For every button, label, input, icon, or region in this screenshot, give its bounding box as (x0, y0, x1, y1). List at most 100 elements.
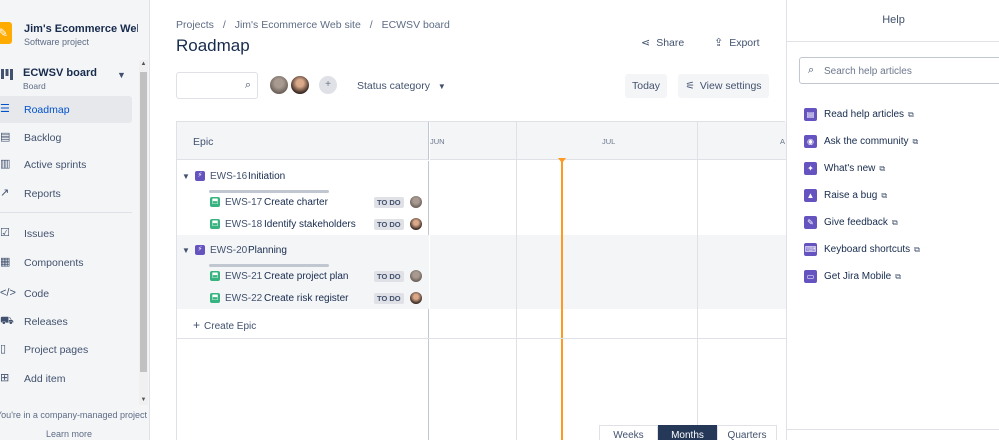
help-ask-community-link[interactable]: ◉ Ask the community ⧉ (804, 134, 994, 150)
sidebar-item-issues[interactable]: ☑ Issues (0, 220, 132, 247)
sidebar-item-add-item[interactable]: ⊞ Add item (0, 365, 132, 392)
help-whats-new-link[interactable]: ✦ What's new ⧉ (804, 161, 994, 177)
help-read-articles-link[interactable]: ▤ Read help articles ⧉ (804, 107, 994, 123)
view-settings-label: View settings (699, 80, 762, 92)
create-epic-button[interactable]: + Create Epic (193, 318, 256, 332)
sidebar-item-components[interactable]: ▦ Components (0, 249, 132, 276)
table-row[interactable]: ⬒ EWS-17 Create charter TO DO (177, 192, 429, 214)
board-sub: Board (23, 81, 46, 91)
breadcrumb: Projects / Jim's Ecommerce Web site / EC… (176, 19, 456, 31)
timeline-header: JUN JUL A (430, 122, 786, 160)
board-switcher[interactable]: ECWSV board Board ▼ (0, 62, 140, 96)
breadcrumb-project[interactable]: Jim's Ecommerce Web site (235, 19, 361, 31)
today-button[interactable]: Today (625, 74, 667, 98)
chevron-down-icon[interactable]: ▼ (182, 172, 190, 181)
grid-divider (177, 338, 786, 339)
sprints-icon: ▥ (0, 158, 11, 170)
sidebar-item-label: Add item (24, 373, 66, 385)
external-link-icon: ⧉ (914, 245, 920, 254)
share-button[interactable]: ⋖ Share (641, 36, 684, 54)
issue-summary: Identify stakeholders (264, 219, 356, 230)
status-category-filter[interactable]: Status category ▼ (357, 80, 446, 92)
help-item-label: Get Jira Mobile (824, 271, 892, 282)
sidebar-item-active-sprints[interactable]: ▥ Active sprints (0, 151, 132, 178)
issue-summary: Create charter (264, 197, 328, 208)
roadmap-icon: ☰ (0, 103, 10, 115)
avatar (410, 270, 422, 282)
help-search-input[interactable]: ⌕ Search help articles (799, 57, 999, 84)
learn-more-link[interactable]: Learn more (46, 429, 92, 439)
sidebar-item-backlog[interactable]: ▤ Backlog (0, 124, 132, 151)
sidebar-item-label: Components (24, 257, 84, 269)
add-people-icon[interactable]: + (317, 74, 339, 96)
issue-key[interactable]: EWS-21 (225, 271, 262, 282)
status-badge: TO DO (374, 271, 404, 282)
today-marker-line (561, 158, 563, 440)
epic-list: ▼ ⚡ EWS-16 Initiation ⬒ EWS-17 Create ch… (177, 161, 429, 440)
issue-key[interactable]: EWS-20 (210, 245, 247, 256)
sidebar-item-label: Roadmap (24, 104, 70, 116)
reports-icon: ↗ (0, 187, 10, 199)
issue-key[interactable]: EWS-17 (225, 197, 262, 208)
share-icon: ⋖ (641, 37, 651, 49)
breadcrumb-board[interactable]: ECWSV board (382, 19, 450, 31)
project-name: Jim's Ecommerce Web s... (24, 23, 138, 35)
zoom-weeks-button[interactable]: Weeks (599, 425, 658, 440)
external-link-icon: ⧉ (895, 272, 901, 281)
table-row[interactable]: ⬒ EWS-21 Create project plan TO DO (177, 266, 429, 288)
search-icon: ⌕ (244, 79, 251, 91)
scrollbar-thumb[interactable] (140, 72, 147, 372)
issue-key[interactable]: EWS-22 (225, 293, 262, 304)
sidebar-item-code[interactable]: </> Code (0, 280, 132, 307)
sidebar-item-label: Active sprints (24, 159, 87, 171)
avatar[interactable] (289, 74, 311, 96)
project-header[interactable]: ✎ Jim's Ecommerce Web s... Software proj… (0, 18, 140, 52)
today-marker-icon (558, 158, 566, 163)
add-item-icon: ⊞ (0, 372, 10, 384)
scroll-up-icon[interactable]: ▲ (139, 60, 148, 69)
community-icon: ◉ (804, 135, 817, 148)
issue-key[interactable]: EWS-16 (210, 171, 247, 182)
month-label: JUN (430, 137, 445, 146)
export-button[interactable]: ⇪ Export (714, 36, 760, 54)
help-get-mobile-link[interactable]: ▭ Get Jira Mobile ⧉ (804, 269, 994, 285)
search-input[interactable]: ⌕ (176, 72, 258, 99)
export-icon: ⇪ (714, 37, 724, 49)
zoom-quarters-button[interactable]: Quarters (717, 425, 777, 440)
help-footer-divider (787, 429, 999, 430)
avatar[interactable] (268, 74, 290, 96)
scroll-down-icon[interactable]: ▼ (139, 396, 148, 405)
keyboard-icon: ⌨ (804, 243, 817, 256)
warning-icon: ▲ (804, 189, 817, 202)
board-name: ECWSV board (23, 67, 97, 79)
sidebar-item-releases[interactable]: ⛟ Releases (0, 308, 132, 335)
sliders-icon: ⚟ (685, 80, 695, 92)
help-item-label: Raise a bug (824, 190, 878, 201)
breadcrumb-projects[interactable]: Projects (176, 19, 214, 31)
help-item-label: Ask the community (824, 136, 909, 147)
page-title: Roadmap (176, 36, 250, 55)
sidebar-item-label: Code (24, 288, 50, 300)
sidebar-item-project-pages[interactable]: ▯ Project pages (0, 336, 132, 363)
epic-column-header: Epic (177, 122, 429, 160)
sidebar-item-roadmap[interactable]: ☰ Roadmap (0, 96, 132, 123)
sidebar-scrollbar[interactable]: ▲ ▼ (139, 60, 148, 405)
help-keyboard-shortcuts-link[interactable]: ⌨ Keyboard shortcuts ⧉ (804, 242, 994, 258)
sidebar-divider (0, 212, 132, 213)
zoom-months-button[interactable]: Months (658, 425, 717, 440)
plus-icon: + (193, 318, 201, 332)
table-row[interactable]: ⬒ EWS-18 Identify stakeholders TO DO (177, 214, 429, 236)
help-raise-bug-link[interactable]: ▲ Raise a bug ⧉ (804, 188, 994, 204)
issue-key[interactable]: EWS-18 (225, 219, 262, 230)
help-give-feedback-link[interactable]: ✎ Give feedback ⧉ (804, 215, 994, 231)
backlog-icon: ▤ (0, 131, 11, 143)
sidebar-item-label: Reports (24, 188, 61, 200)
sidebar-item-reports[interactable]: ↗ Reports (0, 180, 132, 207)
external-link-icon: ⧉ (891, 218, 898, 227)
help-item-label: What's new (824, 163, 876, 174)
story-icon: ⬒ (210, 271, 220, 281)
table-row[interactable]: ⬒ EWS-22 Create risk register TO DO (177, 288, 429, 310)
chevron-down-icon[interactable]: ▼ (182, 246, 190, 255)
view-settings-button[interactable]: ⚟ View settings (678, 74, 769, 98)
breadcrumb-separator: / (369, 19, 373, 31)
